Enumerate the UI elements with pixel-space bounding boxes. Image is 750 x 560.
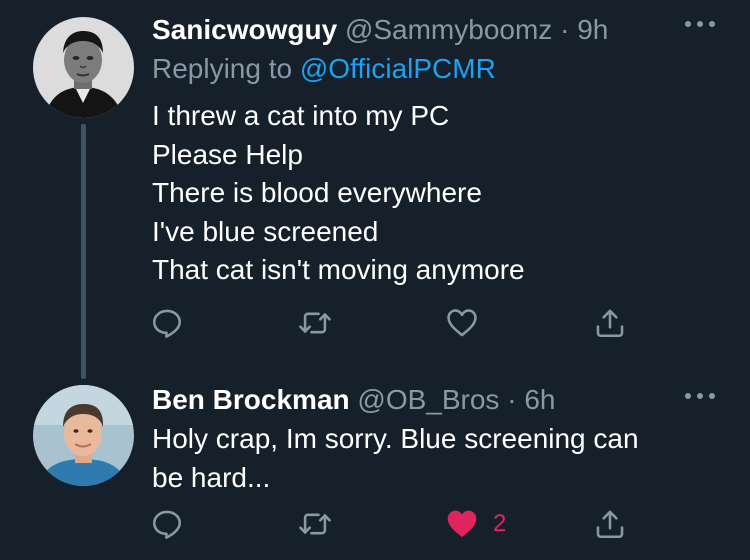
share-button[interactable] (593, 504, 627, 544)
tweet-text-line: There is blood everywhere (152, 177, 482, 208)
retweet-button[interactable] (298, 504, 332, 544)
retweet-icon (299, 513, 331, 535)
heart-outline-icon (447, 309, 477, 337)
avatar[interactable] (33, 17, 134, 118)
like-count: 2 (493, 510, 507, 537)
avatar-portrait-icon (33, 17, 134, 118)
mention-link[interactable]: @OfficialPCMR (300, 53, 496, 84)
tweet-actions: 2 (150, 504, 630, 544)
tweet-text-line: be hard... (152, 461, 271, 493)
tweet-header: Ben Brockman @OB_Bros · 6h (152, 382, 730, 418)
tweet-text-line: I've blue screened (152, 215, 379, 247)
replying-to: Replying to @OfficialPCMR (152, 51, 730, 87)
retweet-icon (299, 312, 331, 334)
avatar[interactable] (33, 385, 134, 486)
tweet-text: Holy crap, Im sorry. Blue screening can … (152, 420, 730, 497)
tweet-body: Ben Brockman @OB_Bros · 6h Holy crap, Im… (152, 382, 730, 497)
tweet-text: I threw a cat into my PC Please Help The… (152, 97, 730, 290)
more-horizontal-icon[interactable] (683, 18, 717, 30)
handle[interactable]: @Sammyboomz (345, 14, 552, 45)
tweet-body: Sanicwowguy @Sammyboomz · 9h Replying to… (152, 12, 730, 290)
tweet-header: Sanicwowguy @Sammyboomz · 9h (152, 12, 730, 48)
separator: · (560, 14, 570, 45)
like-button[interactable]: 2 (445, 504, 506, 544)
tweet-text-line: Holy crap, Im sorry. Blue screening can (152, 423, 639, 454)
tweet-text-line: Please Help (152, 138, 303, 170)
reply-icon (152, 309, 182, 338)
thread-connector-line (81, 124, 86, 379)
timestamp[interactable]: 9h (577, 14, 608, 45)
tweet-text-line: I threw a cat into my PC (152, 100, 450, 131)
retweet-button[interactable] (298, 303, 332, 343)
share-button[interactable] (593, 303, 627, 343)
reply-button[interactable] (150, 504, 184, 544)
tweet-text-line: That cat isn't moving anymore (152, 254, 525, 285)
more-horizontal-icon[interactable] (683, 390, 717, 402)
display-name[interactable]: Sanicwowguy (152, 14, 337, 45)
share-icon (596, 309, 624, 338)
avatar-photo-icon (33, 385, 134, 486)
replying-prefix: Replying to (152, 53, 293, 84)
timestamp[interactable]: 6h (524, 384, 555, 415)
reply-button[interactable] (150, 303, 184, 343)
share-icon (596, 510, 624, 539)
display-name[interactable]: Ben Brockman (152, 384, 350, 415)
handle[interactable]: @OB_Bros (357, 384, 499, 415)
heart-filled-icon (447, 510, 477, 537)
separator: · (507, 384, 517, 415)
tweet[interactable]: Ben Brockman @OB_Bros · 6h Holy crap, Im… (0, 372, 750, 560)
tweet[interactable]: Sanicwowguy @Sammyboomz · 9h Replying to… (0, 0, 750, 379)
tweet-actions (150, 303, 630, 343)
reply-icon (152, 510, 182, 539)
like-button[interactable] (445, 303, 479, 343)
